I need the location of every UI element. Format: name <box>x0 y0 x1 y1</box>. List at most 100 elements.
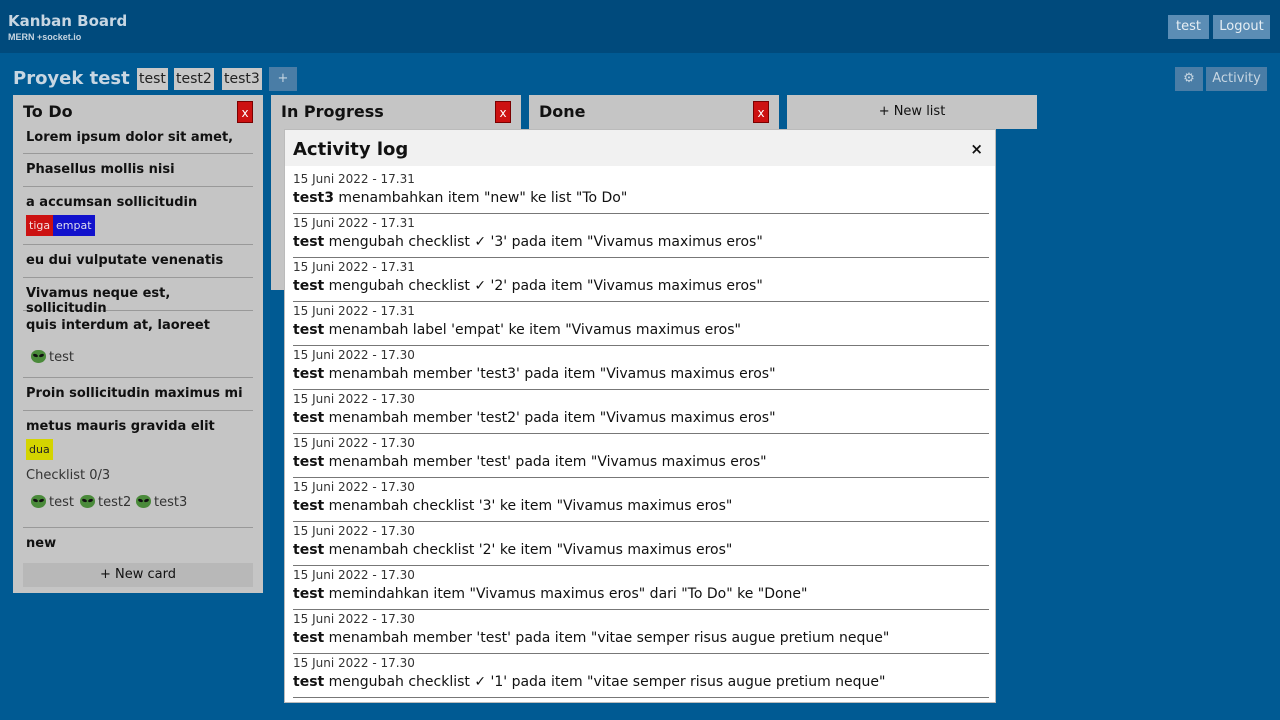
log-action: menambah checklist '3' ke item "Vivamus … <box>324 498 733 514</box>
list-title: In Progress <box>281 102 384 121</box>
close-icon[interactable]: × <box>970 140 983 158</box>
app-title: Kanban Board <box>8 12 128 30</box>
log-action: menambah member 'test2' pada item "Vivam… <box>324 410 776 426</box>
log-message: test menambah member 'test3' pada item "… <box>293 366 776 382</box>
delete-list-button[interactable]: x <box>237 101 253 123</box>
board-member-chip[interactable]: test2 <box>174 68 214 90</box>
log-entry: 15 Juni 2022 - 17.30 test menambah checkl… <box>293 522 989 566</box>
card[interactable]: Proin sollicitudin maximus mi <box>23 379 253 411</box>
card-title: quis interdum at, laoreet <box>26 318 210 333</box>
list-title: Done <box>539 102 586 121</box>
log-action: menambah checklist '2' ke item "Vivamus … <box>324 542 733 558</box>
card-label: empat <box>53 215 95 236</box>
log-entry: 15 Juni 2022 - 17.30 test menambah member… <box>293 434 989 478</box>
log-message: test mengubah checklist ✓ '2' pada item … <box>293 278 763 294</box>
delete-list-button[interactable]: x <box>753 101 769 123</box>
add-member-button[interactable]: + <box>269 67 297 91</box>
log-user: test <box>293 322 325 338</box>
log-message: test3 menambahkan item "new" ke list "To… <box>293 190 627 206</box>
log-message: test menambah checklist '2' ke item "Viv… <box>293 542 732 558</box>
log-action: menambahkan item "new" ke list "To Do" <box>333 190 628 206</box>
modal-title: Activity log <box>293 139 409 160</box>
alien-icon <box>31 350 46 363</box>
log-action: memindahkan item "Vivamus maximus eros" … <box>324 586 808 602</box>
card[interactable]: Phasellus mollis nisi <box>23 155 253 187</box>
log-entry: 15 Juni 2022 - 17.30 test menambah member… <box>293 390 989 434</box>
log-entry: 15 Juni 2022 - 17.30 test menambah member… <box>293 610 989 654</box>
card[interactable]: metus mauris gravida elit dua Checklist … <box>23 412 253 528</box>
list-header: To Do x <box>13 95 263 127</box>
log-time: 15 Juni 2022 - 17.30 <box>293 568 415 582</box>
card-member: test <box>31 350 74 365</box>
delete-list-button[interactable]: x <box>495 101 511 123</box>
top-bar: Kanban Board MERN +socket.io test Logout <box>0 0 1280 53</box>
card[interactable]: quis interdum at, laoreet test <box>23 312 253 378</box>
log-user: test <box>293 454 325 470</box>
log-time: 15 Juni 2022 - 17.30 <box>293 436 415 450</box>
card-member: test <box>31 495 74 510</box>
log-time: 15 Juni 2022 - 17.30 <box>293 656 415 670</box>
card[interactable]: Lorem ipsum dolor sit amet, <box>23 128 253 154</box>
card-member: test2 <box>80 495 131 510</box>
log-entry: 15 Juni 2022 - 17.31 test3 menambahkan it… <box>293 170 989 214</box>
settings-icon[interactable]: ⚙ <box>1175 67 1203 91</box>
log-action: menambah member 'test' pada item "Vivamu… <box>324 454 767 470</box>
log-time: 15 Juni 2022 - 17.30 <box>293 612 415 626</box>
log-time: 15 Juni 2022 - 17.30 <box>293 348 415 362</box>
log-entry: 15 Juni 2022 - 17.30 test mengubah checkl… <box>293 654 989 698</box>
log-time: 15 Juni 2022 - 17.30 <box>293 480 415 494</box>
user-button[interactable]: test <box>1168 15 1209 39</box>
board-member-chip[interactable]: test3 <box>222 68 262 90</box>
log-action: menambah member 'test3' pada item "Vivam… <box>324 366 776 382</box>
log-message: test mengubah checklist ✓ '1' pada item … <box>293 674 885 690</box>
logout-button[interactable]: Logout <box>1213 15 1270 39</box>
card-title: eu dui vulputate venenatis <box>26 253 224 268</box>
log-message: test menambah member 'test' pada item "V… <box>293 454 767 470</box>
card-label: dua <box>26 439 53 460</box>
log-user: test <box>293 410 325 426</box>
log-time: 15 Juni 2022 - 17.31 <box>293 172 415 186</box>
log-action: mengubah checklist ✓ '2' pada item "Viva… <box>324 278 763 294</box>
log-user: test <box>293 278 325 294</box>
log-user: test <box>293 542 325 558</box>
new-list-button[interactable]: + New list <box>787 95 1037 129</box>
log-entry: 15 Juni 2022 - 17.30 test menambah member… <box>293 346 989 390</box>
log-user: test <box>293 234 325 250</box>
log-message: test menambah checklist '3' ke item "Viv… <box>293 498 732 514</box>
new-card-button[interactable]: + New card <box>23 563 253 587</box>
board-member-chip[interactable]: test <box>137 68 168 90</box>
log-user: test <box>293 630 325 646</box>
log-user: test <box>293 586 325 602</box>
log-entry: 15 Juni 2022 - 17.30 test menambah checkl… <box>293 478 989 522</box>
card-title: a accumsan sollicitudin <box>26 195 198 210</box>
activity-button[interactable]: Activity <box>1206 67 1267 91</box>
log-time: 15 Juni 2022 - 17.31 <box>293 304 415 318</box>
log-entry: 15 Juni 2022 - 17.31 test mengubah checkl… <box>293 214 989 258</box>
log-action: menambah label 'empat' ke item "Vivamus … <box>324 322 741 338</box>
log-user: test3 <box>293 190 334 206</box>
card-title: Lorem ipsum dolor sit amet, <box>26 130 234 145</box>
card-checklist-summary: Checklist 0/3 <box>26 468 111 483</box>
card[interactable]: eu dui vulputate venenatis <box>23 246 253 278</box>
log-time: 15 Juni 2022 - 17.30 <box>293 392 415 406</box>
log-message: test menambah label 'empat' ke item "Viv… <box>293 322 741 338</box>
log-user: test <box>293 498 325 514</box>
alien-icon <box>80 495 95 508</box>
board-title: Proyek test <box>13 68 130 89</box>
log-entry: 15 Juni 2022 - 17.30 test memindahkan ite… <box>293 566 989 610</box>
card-title: Proin sollicitudin maximus mi <box>26 386 243 401</box>
alien-icon <box>31 495 46 508</box>
card[interactable]: Vivamus neque est, sollicitudin <box>23 279 253 316</box>
card-label: tiga <box>26 215 54 236</box>
log-message: test menambah member 'test' pada item "v… <box>293 630 889 646</box>
card-title: new <box>26 536 57 551</box>
log-message: test memindahkan item "Vivamus maximus e… <box>293 586 808 602</box>
log-user: test <box>293 674 325 690</box>
app-subtitle: MERN +socket.io <box>8 32 82 42</box>
card-title: metus mauris gravida elit <box>26 419 215 434</box>
card[interactable]: new <box>23 529 253 561</box>
card[interactable]: a accumsan sollicitudin tiga empat <box>23 188 253 245</box>
log-message: test menambah member 'test2' pada item "… <box>293 410 776 426</box>
list-title: To Do <box>23 102 73 121</box>
log-time: 15 Juni 2022 - 17.31 <box>293 216 415 230</box>
